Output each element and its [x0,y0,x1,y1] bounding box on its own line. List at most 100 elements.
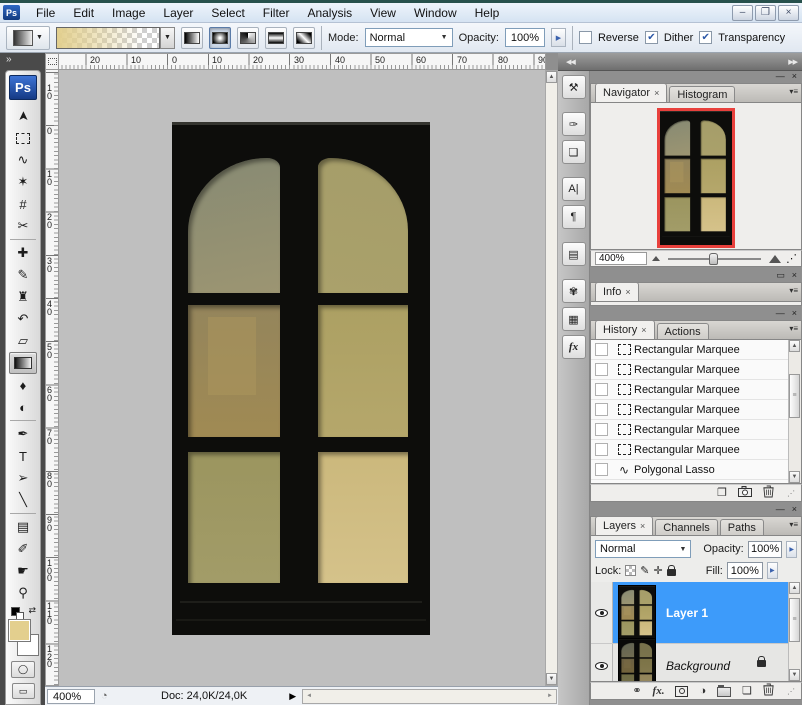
hand-tool[interactable]: ☛ [9,560,37,582]
tool-preset-picker[interactable]: ▼ [6,26,50,50]
delete-layer-icon[interactable] [763,683,774,699]
history-source-well[interactable] [595,343,608,356]
canvas-vertical-scrollbar[interactable]: ▲ ▼ [545,70,558,686]
history-scrollbar[interactable]: ▲ ≡ ▼ [788,340,801,483]
menu-help[interactable]: Help [466,4,509,22]
move-tool[interactable]: ➤ [9,105,37,127]
tab-layers[interactable]: Layers × [595,516,653,535]
toolbox-collapse-arrows[interactable]: » [0,53,45,69]
panel-close-icon[interactable]: × [792,308,797,320]
tab-history[interactable]: History × [595,320,655,339]
layer-row-background[interactable]: Background [591,644,788,682]
gradient-picker-arrow[interactable]: ▼ [160,27,175,49]
canvas-horizontal-scrollbar[interactable]: ◄ ► [302,689,557,704]
diamond-gradient-button[interactable] [293,27,315,49]
resize-grip-icon[interactable]: ⋰ [787,489,795,498]
zoom-out-icon[interactable] [652,256,660,261]
history-step[interactable]: ∿ Polygonal Lasso [591,480,788,484]
menu-select[interactable]: Select [202,4,253,22]
scrollbar-thumb[interactable]: ≡ [789,598,800,642]
tab-channels[interactable]: Channels [655,519,717,535]
scroll-left-icon[interactable]: ◄ [303,690,315,703]
visibility-toggle[interactable] [591,582,613,643]
blur-tool[interactable]: ♦ [9,374,37,396]
clone-source-panel-button[interactable]: ❏ [562,140,586,164]
panel-close-icon[interactable]: × [792,71,797,83]
path-selection-tool[interactable]: ➢ [9,467,37,489]
scroll-down-icon[interactable]: ▼ [546,673,557,685]
adjustment-layer-icon[interactable]: ◑ [699,685,706,697]
collapse-dock-icon[interactable]: ◀◀ [566,58,575,66]
lock-transparency-icon[interactable] [625,565,636,576]
radial-gradient-button[interactable] [209,27,231,49]
brush-tool[interactable]: ✎ [9,264,37,286]
navigator-zoom-slider[interactable] [668,258,761,260]
tool-presets-panel-button[interactable]: ⚒ [562,75,586,99]
restore-button[interactable]: ❐ [755,5,776,21]
menu-view[interactable]: View [361,4,405,22]
gradient-preview[interactable] [56,27,160,49]
new-layer-icon[interactable]: ❏ [742,685,752,697]
panel-menu-icon[interactable]: ▾≡ [789,87,798,96]
tab-actions[interactable]: Actions [657,323,709,339]
slider-thumb[interactable] [709,253,718,265]
menu-layer[interactable]: Layer [154,4,202,22]
blend-mode-select[interactable]: Normal ▼ [365,28,453,47]
close-button[interactable]: × [778,5,799,21]
layer-name[interactable]: Background [666,659,730,673]
pen-tool[interactable]: ✒ [9,423,37,445]
layer-blend-mode-select[interactable]: Normal ▼ [595,540,691,558]
layer-comps-panel-button[interactable]: ▤ [562,242,586,266]
minimize-button[interactable]: – [732,5,753,21]
dodge-tool[interactable]: ◐ [9,396,37,418]
layer-opacity-field[interactable]: 100% [748,541,783,558]
slice-tool[interactable]: ✂ [9,215,37,237]
layer-row-layer1[interactable]: Layer 1 [591,582,788,644]
panel-menu-icon[interactable]: ▾≡ [789,286,798,295]
history-source-well[interactable] [595,463,608,476]
eyedropper-tool[interactable]: ✐ [9,538,37,560]
opacity-field[interactable]: 100% [505,28,545,47]
tab-navigator[interactable]: Navigator × [595,83,667,102]
healing-brush-tool[interactable]: ✚ [9,242,37,264]
history-source-well[interactable] [595,403,608,416]
fill-slider-arrow[interactable]: ▶ [767,562,778,579]
resize-grip-icon[interactable]: ⋰ [786,252,797,265]
quick-selection-tool[interactable]: ✶ [9,171,37,193]
notes-tool[interactable]: ▤ [9,516,37,538]
history-source-well[interactable] [595,443,608,456]
document-canvas[interactable] [59,70,545,686]
delete-state-icon[interactable] [763,485,774,501]
panel-menu-icon[interactable]: ▾≡ [789,324,798,333]
new-snapshot-icon[interactable] [738,486,752,500]
history-step[interactable]: Rectangular Marquee [591,360,788,380]
navigator-view-box[interactable] [657,108,735,248]
swap-colors-icon[interactable]: ⇄ [28,605,36,616]
panel-collapse-icon[interactable]: — [776,308,785,320]
opacity-slider-arrow[interactable]: ▶ [551,28,566,47]
link-layers-icon[interactable]: ⚭ [632,685,641,697]
visibility-toggle[interactable] [591,644,613,682]
reflected-gradient-button[interactable] [265,27,287,49]
expand-dock-icon[interactable]: ▶▶ [788,58,797,66]
tab-info[interactable]: Info × [595,282,639,301]
panel-close-icon[interactable]: × [792,504,797,516]
menu-edit[interactable]: Edit [64,4,103,22]
clone-stamp-tool[interactable]: ♜ [9,286,37,308]
type-tool[interactable]: T [9,445,37,467]
tab-close-icon[interactable]: × [640,521,645,531]
menu-file[interactable]: File [27,4,64,22]
swatches-panel-button[interactable]: ✾ [562,279,586,303]
linear-gradient-button[interactable] [181,27,203,49]
menu-filter[interactable]: Filter [254,4,299,22]
menu-analysis[interactable]: Analysis [298,4,361,22]
paragraph-panel-button[interactable]: ¶ [562,205,586,229]
navigator-zoom-field[interactable]: 400% [595,252,647,265]
scroll-up-icon[interactable]: ▲ [546,71,557,83]
panel-close-icon[interactable]: × [792,270,797,282]
character-panel-button[interactable]: A| [562,177,586,201]
brushes-panel-button[interactable]: ✑ [562,112,586,136]
lasso-tool[interactable]: ∿ [9,149,37,171]
lock-position-icon[interactable]: ✛ [654,564,663,577]
rectangular-marquee-tool[interactable] [9,127,37,149]
